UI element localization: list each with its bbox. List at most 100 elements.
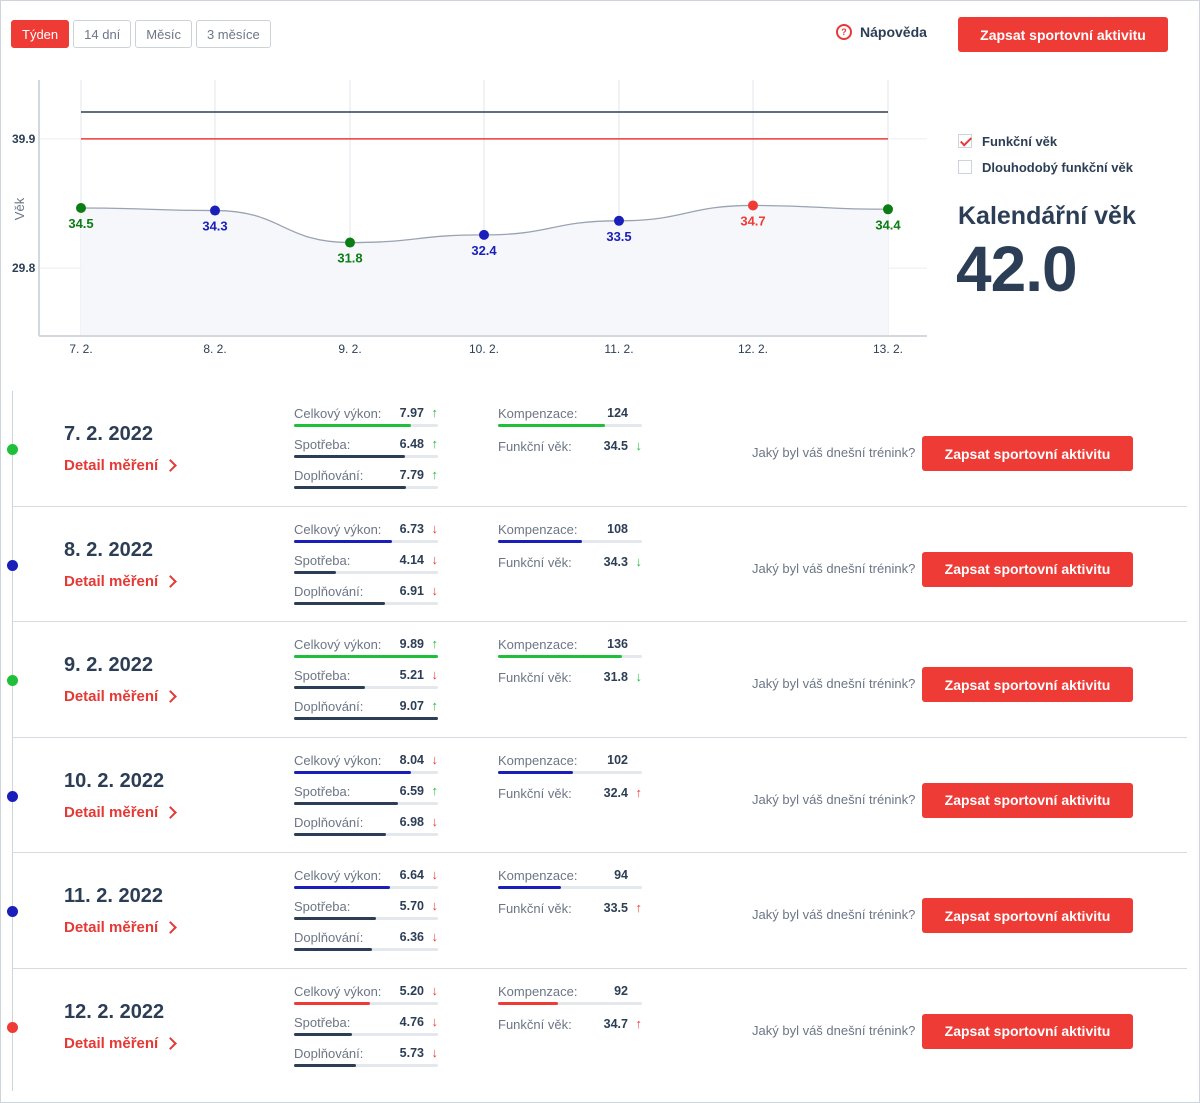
log-activity-button[interactable]: Zapsat sportovní aktivitu [922, 1013, 1133, 1049]
metric-label: Funkční věk: [498, 785, 572, 801]
measurement-date: 7. 2. 2022 [64, 423, 153, 445]
legend-item-long-term-functional-age[interactable]: Dlouhodobý funkční věk [958, 154, 1133, 180]
metric-bar-fill [498, 424, 605, 427]
checkbox-long-term-functional-age[interactable] [958, 160, 972, 174]
period-week-button[interactable]: Týden [11, 20, 70, 48]
metric-overall-performance: Celkový výkon: 9.89 ↑ [294, 631, 438, 662]
metric-bar-track [294, 1063, 438, 1067]
metric-label: Doplňování: [294, 583, 364, 599]
period-14-days-button[interactable]: 14 dní [73, 20, 132, 48]
metric-bar-track [294, 570, 438, 574]
measurement-detail-link[interactable]: Detail měření [64, 1035, 178, 1052]
metric-overall-performance: Celkový výkon: 5.20 ↓ [294, 978, 438, 1009]
arrow-down-icon: ↓ [431, 667, 439, 682]
chart-data-label: 34.5 [68, 216, 93, 231]
chart-data-point [76, 203, 86, 213]
metric-value: 5.70 [399, 899, 424, 913]
period-3-months-button[interactable]: 3 měsíce [195, 20, 271, 48]
status-dot [7, 675, 18, 686]
metric-bar-fill [294, 1063, 356, 1067]
metric-value: 6.98 [399, 814, 424, 829]
metric-bar-fill [294, 886, 391, 889]
metric-value: 5.20 [399, 983, 424, 998]
metric-value: 124 [607, 406, 628, 420]
measurement-date: 12. 2. 2022 [64, 1000, 165, 1023]
measurement-detail-link[interactable]: Detail měření [64, 919, 178, 936]
chart-data-label: 34.3 [202, 219, 227, 234]
chart-x-tick-label: 11. 2. [604, 342, 633, 356]
log-activity-button[interactable]: Zapsat sportovní aktivitu [922, 551, 1133, 587]
measurement-detail-link[interactable]: Detail měření [64, 803, 178, 821]
metric-compensation: Kompenzace: 102 [498, 747, 642, 778]
arrow-up-icon: ↑ [431, 405, 439, 420]
measurement-detail-link[interactable]: Detail měření [64, 688, 178, 705]
metric-value: 6.73 [399, 521, 424, 536]
log-activity-button[interactable]: Zapsat sportovní aktivitu [922, 782, 1133, 818]
chart-data-point [345, 237, 355, 248]
period-month-button[interactable]: Měsíc [135, 20, 192, 48]
metric-replenishment: Doplňování: 7.79 ↑ [294, 462, 438, 493]
metric-overall-performance: Celkový výkon: 8.04 ↓ [294, 747, 438, 778]
measurement-row: 7. 2. 2022 Detail měření Celkový výkon: 7.9… [0, 391, 1200, 507]
metric-bar-fill [294, 801, 398, 805]
help-link[interactable]: ? Nápověda [836, 24, 927, 40]
measurement-date: 10. 2. 2022 [64, 769, 165, 792]
measurement-date: 9. 2. 2022 [64, 654, 153, 676]
status-dot [7, 906, 18, 917]
metric-value: 4.14 [399, 552, 424, 567]
metric-bar-track [294, 948, 438, 951]
log-activity-button[interactable]: Zapsat sportovní aktivitu [922, 898, 1133, 933]
metric-label: Kompenzace: [498, 637, 578, 652]
metric-label: Spotřeba: [294, 668, 351, 683]
metric-value: 8.04 [399, 752, 424, 767]
checkbox-functional-age[interactable] [958, 134, 972, 148]
metric-label: Kompenzace: [498, 983, 578, 999]
metric-bar-track [294, 686, 438, 689]
log-activity-button[interactable]: Zapsat sportovní aktivitu [922, 667, 1133, 702]
chart-data-label: 31.8 [337, 251, 362, 266]
metric-bar-track [294, 1032, 438, 1036]
legend-label: Funkční věk [982, 133, 1058, 149]
training-question: Jaký byl váš dnešní trénink? [752, 791, 916, 807]
measurement-row: 8. 2. 2022 Detail měření Celkový výkon: 6.7… [0, 507, 1200, 622]
metric-bar-fill [294, 1001, 371, 1005]
metric-bar-fill [294, 770, 411, 774]
metric-bar-track [498, 770, 642, 774]
arrow-down-icon: ↓ [431, 1013, 439, 1029]
log-activity-button[interactable]: Zapsat sportovní aktivitu [922, 436, 1133, 471]
chevron-right-icon [164, 805, 178, 819]
metric-bar-track [498, 655, 642, 658]
metric-value: 6.64 [399, 868, 424, 882]
arrow-up-icon: ↑ [431, 698, 439, 713]
metric-value: 6.59 [399, 783, 424, 798]
chart-data-point [210, 205, 220, 216]
metric-label: Funkční věk: [498, 670, 572, 685]
chart-data-label: 32.4 [471, 243, 497, 258]
metric-label: Kompenzace: [498, 406, 578, 421]
metric-bar-track [294, 424, 438, 427]
measurement-row: 12. 2. 2022 Detail měření Celkový výkon: 5.… [0, 969, 1200, 1085]
metric-replenishment: Doplňování: 5.73 ↓ [294, 1040, 438, 1071]
legend-item-functional-age[interactable]: Funkční věk [958, 128, 1133, 154]
arrow-down-icon: ↓ [635, 669, 643, 684]
detail-link-label: Detail měření [64, 803, 159, 821]
log-activity-button[interactable]: Zapsat sportovní aktivitu [958, 17, 1168, 52]
measurement-detail-link[interactable]: Detail měření [64, 573, 178, 590]
metric-value: 108 [607, 521, 628, 536]
chevron-right-icon [164, 921, 178, 934]
calendar-age-value: 42.0 [956, 233, 1078, 305]
metric-functional-age: Funkční věk: 34.5 ↓ [498, 433, 642, 464]
metric-bar-fill [294, 948, 372, 951]
metric-value: 6.91 [399, 583, 424, 598]
arrow-down-icon: ↓ [431, 898, 439, 913]
metric-functional-age: Funkční věk: 33.5 ↑ [498, 895, 642, 926]
metric-overall-performance: Celkový výkon: 7.97 ↑ [294, 400, 438, 431]
metric-label: Spotřeba: [294, 552, 351, 568]
measurement-row: 11. 2. 2022 Detail měření Celkový výkon: 6.… [0, 853, 1200, 969]
metric-value: 136 [607, 637, 628, 651]
measurement-row: 9. 2. 2022 Detail měření Celkový výkon: 9.8… [0, 622, 1200, 738]
metric-bar-track [498, 539, 642, 543]
metric-label: Doplňování: [294, 814, 364, 830]
measurement-detail-link[interactable]: Detail měření [64, 457, 178, 474]
metric-label: Celkový výkon: [294, 637, 382, 652]
